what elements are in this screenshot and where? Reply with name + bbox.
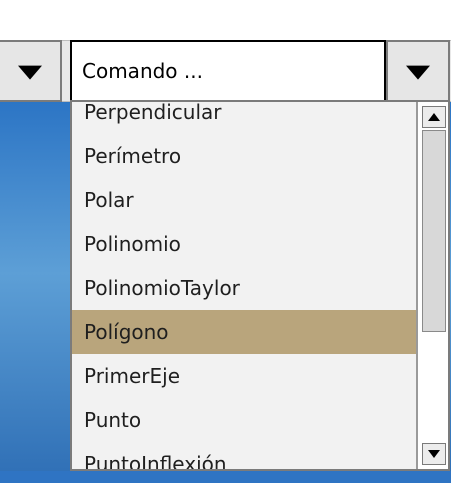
command-combo-input[interactable]: Comando ...: [70, 40, 386, 102]
list-item[interactable]: PrimerEje: [72, 354, 418, 398]
list-item[interactable]: PolinomioTaylor: [72, 266, 418, 310]
left-dropdown-button[interactable]: [0, 40, 62, 102]
command-combo-dropdown-button[interactable]: [386, 40, 450, 102]
command-list: Perpendicular Perímetro Polar Polinomio …: [72, 102, 418, 469]
list-item[interactable]: PuntoInflexión: [72, 442, 418, 469]
list-item[interactable]: Perímetro: [72, 134, 418, 178]
list-item[interactable]: Polar: [72, 178, 418, 222]
scroll-up-icon: [428, 113, 440, 121]
chevron-down-icon: [406, 65, 430, 80]
vertical-scrollbar[interactable]: [416, 102, 448, 469]
command-dropdown-list[interactable]: Perpendicular Perímetro Polar Polinomio …: [70, 100, 450, 471]
list-item[interactable]: Punto: [72, 398, 418, 442]
list-item[interactable]: Perpendicular: [72, 102, 418, 134]
list-item-selected[interactable]: Polígono: [72, 310, 418, 354]
desktop-bottom-strip: [0, 471, 451, 483]
scroll-up-button[interactable]: [422, 106, 446, 128]
scroll-down-button[interactable]: [422, 443, 446, 465]
scrollbar-thumb[interactable]: [422, 130, 446, 332]
scroll-down-icon: [428, 450, 440, 458]
list-item[interactable]: Polinomio: [72, 222, 418, 266]
chevron-down-icon: [18, 65, 42, 80]
